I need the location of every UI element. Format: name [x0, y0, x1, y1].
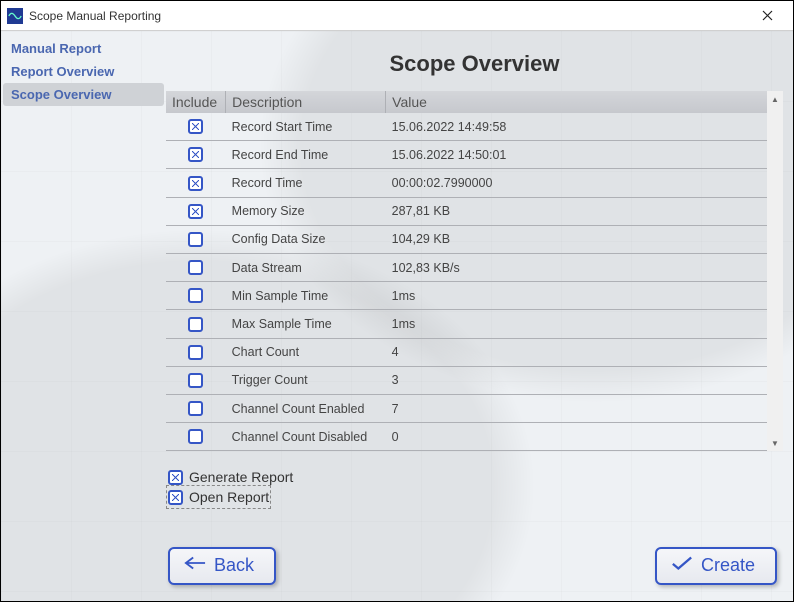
back-button[interactable]: Back [168, 547, 276, 585]
option-open-report[interactable]: Open Report [168, 487, 269, 507]
table-row: Channel Count Disabled0 [166, 423, 767, 451]
include-checkbox[interactable] [188, 176, 203, 191]
cell-description: Record Start Time [226, 113, 386, 141]
back-button-label: Back [214, 555, 254, 576]
close-button[interactable] [747, 1, 787, 31]
cell-include [166, 197, 226, 225]
cell-description: Chart Count [226, 338, 386, 366]
scroll-down-arrow-icon[interactable]: ▼ [767, 435, 783, 451]
cell-description: Channel Count Enabled [226, 395, 386, 423]
include-checkbox[interactable] [188, 119, 203, 134]
table-row: Record Start Time15.06.2022 14:49:58 [166, 113, 767, 141]
sidebar-item-manual-report[interactable]: Manual Report [3, 37, 164, 60]
generate-report-label: Generate Report [189, 469, 293, 485]
cell-value: 1ms [386, 310, 767, 338]
table-scrollbar[interactable]: ▲ ▼ [767, 91, 783, 451]
cell-value: 3 [386, 366, 767, 394]
option-generate-report[interactable]: Generate Report [168, 467, 293, 487]
table-row: Record End Time15.06.2022 14:50:01 [166, 141, 767, 169]
cell-include [166, 395, 226, 423]
create-button[interactable]: Create [655, 547, 777, 585]
cell-description: Trigger Count [226, 366, 386, 394]
cell-description: Record Time [226, 169, 386, 197]
window-title: Scope Manual Reporting [29, 9, 161, 23]
options-panel: Generate Report Open Report [166, 467, 783, 507]
cell-value: 00:00:02.7990000 [386, 169, 767, 197]
close-icon [762, 10, 773, 21]
table-header-row: Include Description Value [166, 91, 767, 113]
column-header-description[interactable]: Description [226, 91, 386, 113]
workspace: Manual ReportReport OverviewScope Overvi… [1, 31, 793, 601]
cell-include [166, 423, 226, 451]
arrow-left-icon [184, 555, 206, 576]
table-wrap: Include Description Value Record Start T… [166, 91, 783, 451]
cell-value: 287,81 KB [386, 197, 767, 225]
include-checkbox[interactable] [188, 373, 203, 388]
include-checkbox[interactable] [188, 401, 203, 416]
include-checkbox[interactable] [188, 232, 203, 247]
cell-description: Memory Size [226, 197, 386, 225]
cell-include [166, 169, 226, 197]
table-row: Trigger Count3 [166, 366, 767, 394]
cell-description: Min Sample Time [226, 282, 386, 310]
open-report-label: Open Report [189, 489, 269, 505]
create-button-label: Create [701, 555, 755, 576]
main-panel: Scope Overview Include Description Value… [166, 31, 793, 601]
cell-description: Record End Time [226, 141, 386, 169]
titlebar: Scope Manual Reporting [1, 1, 793, 31]
include-checkbox[interactable] [188, 147, 203, 162]
include-checkbox[interactable] [188, 204, 203, 219]
cell-value: 4 [386, 338, 767, 366]
sidebar-item-scope-overview[interactable]: Scope Overview [3, 83, 164, 106]
cell-value: 0 [386, 423, 767, 451]
cell-description: Max Sample Time [226, 310, 386, 338]
cell-value: 102,83 KB/s [386, 254, 767, 282]
check-icon [671, 555, 693, 576]
cell-value: 1ms [386, 282, 767, 310]
sidebar-item-report-overview[interactable]: Report Overview [3, 60, 164, 83]
column-header-include[interactable]: Include [166, 91, 226, 113]
include-checkbox[interactable] [188, 429, 203, 444]
cell-value: 7 [386, 395, 767, 423]
table-row: Record Time00:00:02.7990000 [166, 169, 767, 197]
cell-include [166, 338, 226, 366]
cell-description: Data Stream [226, 254, 386, 282]
include-checkbox[interactable] [188, 260, 203, 275]
table-row: Memory Size287,81 KB [166, 197, 767, 225]
button-bar: Back Create [166, 537, 783, 591]
scroll-up-arrow-icon[interactable]: ▲ [767, 91, 783, 107]
cell-value: 104,29 KB [386, 225, 767, 253]
include-checkbox[interactable] [188, 288, 203, 303]
table-row: Config Data Size104,29 KB [166, 225, 767, 253]
table-row: Channel Count Enabled7 [166, 395, 767, 423]
cell-include [166, 141, 226, 169]
cell-value: 15.06.2022 14:49:58 [386, 113, 767, 141]
cell-value: 15.06.2022 14:50:01 [386, 141, 767, 169]
cell-include [166, 113, 226, 141]
table-row: Data Stream102,83 KB/s [166, 254, 767, 282]
include-checkbox[interactable] [188, 317, 203, 332]
column-header-value[interactable]: Value [386, 91, 767, 113]
cell-include [166, 366, 226, 394]
overview-table: Include Description Value Record Start T… [166, 91, 767, 451]
generate-report-checkbox[interactable] [168, 470, 183, 485]
cell-include [166, 282, 226, 310]
cell-include [166, 254, 226, 282]
table-row: Chart Count4 [166, 338, 767, 366]
cell-description: Channel Count Disabled [226, 423, 386, 451]
cell-description: Config Data Size [226, 225, 386, 253]
app-icon [7, 8, 23, 24]
sidebar: Manual ReportReport OverviewScope Overvi… [1, 31, 166, 601]
page-title: Scope Overview [166, 51, 783, 77]
include-checkbox[interactable] [188, 345, 203, 360]
table-row: Max Sample Time1ms [166, 310, 767, 338]
table-row: Min Sample Time1ms [166, 282, 767, 310]
cell-include [166, 225, 226, 253]
cell-include [166, 310, 226, 338]
open-report-checkbox[interactable] [168, 490, 183, 505]
